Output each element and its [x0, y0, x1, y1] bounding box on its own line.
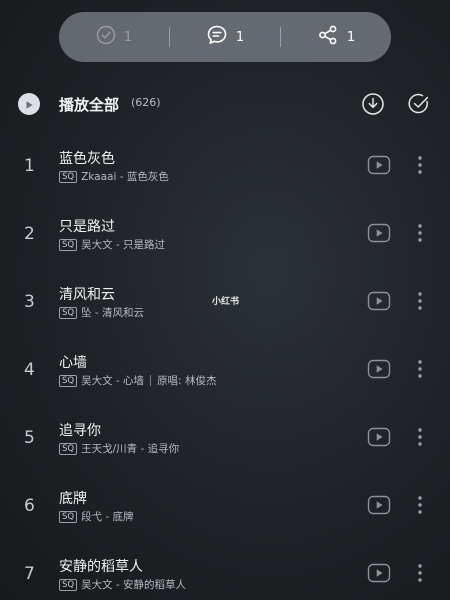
- mv-play-button[interactable]: [367, 291, 391, 311]
- mv-play-icon: [367, 427, 391, 447]
- mv-play-button[interactable]: [367, 563, 391, 583]
- share-icon: [317, 24, 339, 50]
- comment-button[interactable]: 1: [170, 12, 280, 62]
- watermark-text: 小红书: [212, 297, 240, 307]
- sq-badge: SQ: [59, 306, 78, 319]
- song-index: 2: [24, 224, 35, 244]
- song-row[interactable]: 6 底牌 SQ 段弋 - 底牌: [0, 464, 450, 532]
- share-count: 1: [346, 29, 356, 45]
- divider: [150, 375, 152, 386]
- play-all-header: 播放全部 (626): [0, 86, 450, 122]
- song-index: 3: [24, 292, 35, 312]
- more-vertical-icon: [418, 428, 422, 446]
- song-count: (626): [131, 96, 161, 109]
- song-subtitle: SQ 吴大文 - 安静的稻草人: [59, 577, 186, 592]
- play-all-label[interactable]: 播放全部: [59, 94, 119, 115]
- share-button[interactable]: 1: [281, 12, 391, 62]
- artist-album-text: 王天戈/川青 - 追寻你: [81, 443, 180, 455]
- more-options-button[interactable]: [413, 425, 427, 449]
- song-index: 4: [24, 360, 35, 380]
- mv-play-icon: [367, 155, 391, 175]
- song-index: 7: [24, 564, 35, 584]
- more-vertical-icon: [418, 292, 422, 310]
- like-count: 1: [123, 29, 133, 45]
- song-index: 1: [24, 156, 35, 176]
- song-index: 6: [24, 496, 35, 516]
- song-title: 底牌: [59, 491, 87, 507]
- more-vertical-icon: [418, 564, 422, 582]
- song-title: 只是路过: [59, 219, 115, 235]
- song-subtitle: SQ 吴大文 - 心墙 原唱: 林俊杰: [59, 373, 216, 388]
- sq-badge: SQ: [59, 578, 78, 591]
- song-list: 1 蓝色灰色 SQ Zkaaai - 蓝色灰色 2 只是路过 SQ 吴大文 - …: [0, 124, 450, 600]
- artist-album-text: 吴大文 - 心墙: [81, 375, 145, 387]
- more-vertical-icon: [418, 360, 422, 378]
- download-icon[interactable]: [361, 92, 385, 116]
- more-options-button[interactable]: [413, 357, 427, 381]
- artist-album-text: 吴大文 - 只是路过: [81, 239, 166, 251]
- artist-album-text: 段弋 - 底牌: [81, 511, 134, 523]
- sq-badge: SQ: [59, 510, 78, 523]
- sq-badge: SQ: [59, 170, 78, 183]
- mv-play-icon: [367, 563, 391, 583]
- more-options-button[interactable]: [413, 493, 427, 517]
- mv-play-icon: [367, 495, 391, 515]
- more-options-button[interactable]: [413, 561, 427, 585]
- sq-badge: SQ: [59, 238, 78, 251]
- song-row[interactable]: 5 追寻你 SQ 王天戈/川青 - 追寻你: [0, 396, 450, 464]
- mv-play-button[interactable]: [367, 223, 391, 243]
- song-title: 清风和云: [59, 287, 115, 303]
- mv-play-button[interactable]: [367, 359, 391, 379]
- multi-select-icon[interactable]: [407, 92, 431, 116]
- more-options-button[interactable]: [413, 221, 427, 245]
- more-options-button[interactable]: [413, 153, 427, 177]
- comment-icon: [206, 24, 228, 50]
- song-row[interactable]: 7 安静的稻草人 SQ 吴大文 - 安静的稻草人: [0, 532, 450, 600]
- sq-badge: SQ: [59, 442, 78, 455]
- song-row[interactable]: 2 只是路过 SQ 吴大文 - 只是路过: [0, 192, 450, 260]
- more-vertical-icon: [418, 224, 422, 242]
- song-title: 追寻你: [59, 423, 101, 439]
- action-bar: 1 1 1: [59, 12, 391, 62]
- song-subtitle: SQ 段弋 - 底牌: [59, 509, 134, 524]
- mv-play-button[interactable]: [367, 155, 391, 175]
- song-title: 心墙: [59, 355, 87, 371]
- more-options-button[interactable]: [413, 289, 427, 313]
- like-button[interactable]: 1: [59, 12, 169, 62]
- song-title: 安静的稻草人: [59, 559, 143, 575]
- song-title: 蓝色灰色: [59, 151, 115, 167]
- comment-count: 1: [235, 29, 245, 45]
- more-vertical-icon: [418, 156, 422, 174]
- artist-album-text: 坠 - 清风和云: [81, 307, 145, 319]
- play-all-button[interactable]: [18, 93, 40, 115]
- mv-play-icon: [367, 359, 391, 379]
- song-subtitle: SQ 吴大文 - 只是路过: [59, 237, 165, 252]
- mv-play-icon: [367, 223, 391, 243]
- play-icon: [24, 95, 34, 114]
- mv-play-icon: [367, 291, 391, 311]
- song-subtitle: SQ Zkaaai - 蓝色灰色: [59, 169, 169, 184]
- artist-album-text: 吴大文 - 安静的稻草人: [81, 579, 187, 591]
- original-singer-text: 原唱: 林俊杰: [157, 375, 217, 387]
- song-index: 5: [24, 428, 35, 448]
- check-circle-icon: [96, 25, 116, 49]
- song-subtitle: SQ 坠 - 清风和云: [59, 305, 144, 320]
- mv-play-button[interactable]: [367, 495, 391, 515]
- more-vertical-icon: [418, 496, 422, 514]
- sq-badge: SQ: [59, 374, 78, 387]
- artist-album-text: Zkaaai - 蓝色灰色: [81, 171, 169, 183]
- mv-play-button[interactable]: [367, 427, 391, 447]
- song-row[interactable]: 1 蓝色灰色 SQ Zkaaai - 蓝色灰色: [0, 124, 450, 192]
- song-subtitle: SQ 王天戈/川青 - 追寻你: [59, 441, 179, 456]
- song-row[interactable]: 4 心墙 SQ 吴大文 - 心墙 原唱: 林俊杰: [0, 328, 450, 396]
